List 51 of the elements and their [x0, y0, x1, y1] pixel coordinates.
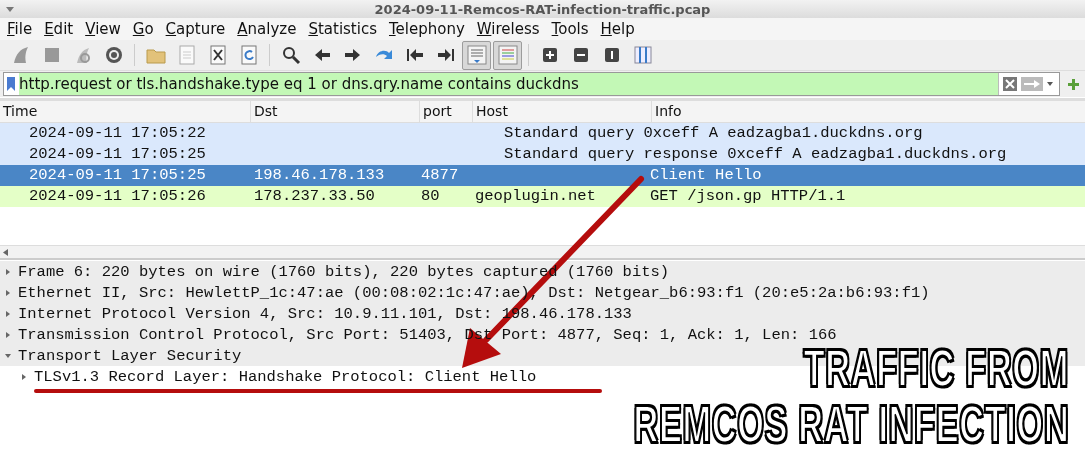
menu-item[interactable]: File	[7, 20, 33, 38]
menu-item[interactable]: Wireless	[476, 20, 540, 38]
column-header[interactable]: Info	[652, 101, 1085, 122]
time-cell-text: 2024-09-11 17:05:25	[28, 165, 207, 186]
destination-cell: 198.46.178.133	[254, 166, 385, 184]
column-header[interactable]: Dst	[251, 101, 420, 122]
add-icon[interactable]	[1068, 78, 1079, 90]
menu-item[interactable]: Capture	[165, 20, 226, 38]
time-cell-text: 2024-09-11 17:05:22	[28, 123, 207, 144]
info-cell: Client Hello	[650, 166, 762, 184]
expander-icon[interactable]	[5, 331, 11, 338]
info-cell: Standard query 0xceff A eadzagba1.duckdns.org	[504, 124, 923, 142]
info-cell: GET /json.gp HTTP/1.1	[650, 187, 846, 205]
expander-icon[interactable]	[5, 268, 11, 275]
menu-item[interactable]: Edit	[44, 20, 74, 38]
menu-item[interactable]: Go	[132, 20, 154, 38]
packet-row[interactable]: 2024-09-11 17:05:22 Standard query 0xceff A eadzagba1.duckdns.org	[0, 123, 1085, 144]
destination-cell: 178.237.33.50	[254, 187, 375, 205]
port-cell: 80	[421, 187, 440, 205]
menu-item[interactable]: View	[85, 20, 121, 38]
detail-line[interactable]: TLSv1.3 Record Layer: Handshake Protocol: Client Hello	[34, 367, 537, 386]
horizontal-scrollbar[interactable]	[0, 245, 1085, 259]
expander-icon[interactable]	[5, 352, 11, 359]
scroll-left-icon[interactable]	[3, 248, 8, 256]
time-cell-text: 2024-09-11 17:05:25	[28, 144, 207, 165]
list-icon	[465, 44, 488, 66]
column-header[interactable]: Time	[0, 101, 251, 122]
caret-icon[interactable]	[6, 7, 14, 12]
packet-row[interactable]: 2024-09-11 17:05:25 Standard query response 0xceff A eadzagba1.duckdns.org	[0, 144, 1085, 165]
port-cell: 4877	[421, 166, 459, 184]
caption-text: TRAFFIC FROM	[803, 340, 1069, 396]
detail-line[interactable]: Transport Layer Security	[18, 346, 242, 365]
menu-item[interactable]: Telephony	[389, 20, 465, 38]
expander-icon[interactable]	[21, 373, 27, 380]
packet-row[interactable]: 2024-09-11 17:05:26 178.237.33.50 80 geoplugin.net GET /json.gp HTTP/1.1	[0, 186, 1085, 207]
time-cell-text: 2024-09-11 17:05:26	[28, 186, 207, 207]
caption-text: REMCOS RAT INFECTION	[633, 396, 1069, 452]
menu-item[interactable]: Analyze	[237, 20, 297, 38]
menu-item[interactable]: Tools	[551, 20, 589, 38]
menu-item[interactable]: Help	[600, 20, 635, 38]
expander-icon[interactable]	[5, 289, 11, 296]
columns-icon	[631, 44, 654, 66]
packet-row[interactable]: 2024-09-11 17:05:25 198.46.178.133 4877 Client Hello	[0, 165, 1085, 186]
host-cell: geoplugin.net	[475, 187, 596, 205]
colored-lines-icon	[496, 44, 519, 66]
menu-item[interactable]: Statistics	[308, 20, 377, 38]
expander-icon[interactable]	[5, 310, 11, 317]
info-cell: Standard query response 0xceff A eadzagba1.duckdns.org	[504, 145, 1007, 163]
column-header[interactable]: Host	[473, 101, 652, 122]
window-title: 2024-09-11-Remcos-RAT-infection-traffic.pcap	[374, 1, 711, 17]
column-header[interactable]: port	[420, 101, 473, 122]
